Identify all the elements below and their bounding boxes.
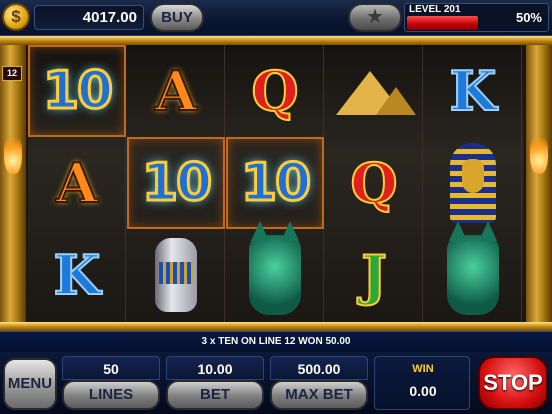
reel-cell: Q [226, 45, 324, 137]
reel-cell: J [325, 229, 423, 321]
lines-panel: 50 LINES [62, 356, 160, 410]
symbol-k: K [449, 58, 498, 124]
win-panel: WIN 0.00 [374, 356, 470, 410]
payline-indicator: 12 [2, 66, 22, 81]
reel-cell: 10 [127, 137, 225, 229]
symbol-k: K [53, 242, 102, 308]
bet-button[interactable]: BET [166, 380, 264, 410]
symbol-ten: 10 [239, 152, 312, 215]
lines-button[interactable]: LINES [62, 380, 160, 410]
right-pillar [526, 45, 552, 322]
left-pillar [0, 45, 26, 322]
reel-column: 10 A K [28, 45, 126, 322]
reel-cell: Q [325, 137, 423, 229]
symbol-q: Q [250, 58, 299, 124]
reel-column: A 10 [127, 45, 225, 322]
gold-border-top [0, 36, 552, 45]
win-status-message: 3 x TEN ON LINE 12 WON 50.00 [0, 331, 552, 352]
win-value: 0.00 [409, 383, 437, 399]
reel-column: QJ [325, 45, 423, 322]
star-icon[interactable]: ★ [348, 3, 402, 32]
reel-cell [226, 221, 324, 321]
pharaoh-mask-icon [450, 143, 496, 223]
reel-cell: K [424, 45, 522, 137]
reel-cell: 10 [226, 137, 324, 229]
lines-value: 50 [62, 356, 160, 380]
reel-cell [325, 45, 423, 137]
torch-icon [530, 130, 548, 174]
reel-cell: A [127, 45, 225, 137]
menu-button[interactable]: MENU [3, 358, 57, 410]
reel-cell [424, 221, 522, 321]
reel-grid[interactable]: 10 A K A 10 Q 10 Q J K [28, 45, 524, 322]
win-label: WIN [412, 363, 434, 375]
reel-cell [424, 137, 522, 229]
symbol-q: Q [349, 150, 398, 216]
level-progress: LEVEL 201 50% [404, 3, 549, 32]
coin-icon: $ [2, 3, 30, 31]
bet-panel: 10.00 BET [166, 356, 264, 410]
reel-cell: 10 [28, 45, 126, 137]
pyramid-icon [332, 67, 416, 115]
buy-button[interactable]: BUY [150, 3, 204, 32]
stop-button[interactable]: STOP [478, 356, 548, 410]
bet-value: 10.00 [166, 356, 264, 380]
balance-display: 4017.00 [34, 5, 144, 30]
symbol-j: J [360, 242, 388, 308]
reel-column: K [424, 45, 522, 322]
vase-icon [155, 238, 197, 312]
torch-icon [4, 130, 22, 174]
cat-statue-icon [249, 221, 301, 315]
maxbet-value: 500.00 [270, 356, 368, 380]
cat-statue-icon [447, 221, 499, 315]
level-progress-fill [407, 16, 478, 30]
reel-cell: A [28, 137, 126, 229]
gold-border-bottom [0, 322, 552, 331]
symbol-a: A [55, 150, 99, 216]
level-percent: 50% [515, 10, 542, 25]
maxbet-panel: 500.00 MAX BET [270, 356, 368, 410]
symbol-ten: 10 [140, 152, 213, 215]
max-bet-button[interactable]: MAX BET [270, 380, 368, 410]
symbol-ten: 10 [41, 60, 114, 123]
reel-column: Q 10 [226, 45, 324, 322]
symbol-a: A [154, 58, 198, 124]
reel-cell: K [28, 229, 126, 321]
reel-cell [127, 229, 225, 321]
